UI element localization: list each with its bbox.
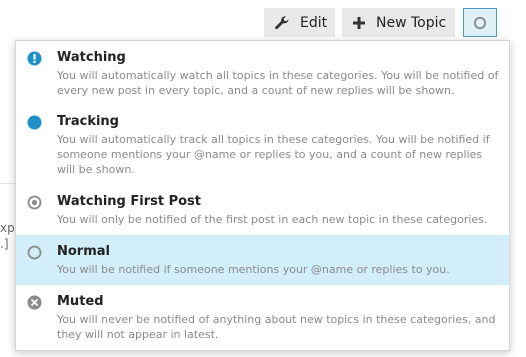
option-title: Tracking: [57, 114, 119, 129]
times-circle-icon: [27, 295, 42, 310]
notification-option-watching[interactable]: Watching You will automatically watch al…: [16, 41, 509, 105]
option-description: You will be notified if someone mentions…: [57, 263, 450, 276]
background-text-fragment: .]: [0, 237, 9, 251]
filled-circle-icon: [27, 115, 42, 130]
option-description: You will only be notified of the first p…: [57, 213, 488, 226]
notification-option-normal[interactable]: Normal You will be notified if someone m…: [16, 235, 509, 285]
notification-option-tracking[interactable]: Tracking You will automatically track al…: [16, 105, 509, 185]
new-topic-button[interactable]: New Topic: [342, 8, 455, 37]
edit-button[interactable]: Edit: [264, 8, 335, 37]
circle-outline-icon: [473, 16, 487, 30]
notification-option-watching-first-post[interactable]: Watching First Post You will only be not…: [16, 185, 509, 235]
dot-circle-icon: [27, 195, 42, 210]
option-title: Muted: [57, 294, 104, 309]
plus-icon: [352, 15, 366, 31]
notification-level-button[interactable]: [463, 8, 497, 37]
option-description: You will automatically track all topics …: [57, 133, 490, 176]
notification-level-menu: Watching You will automatically watch al…: [15, 40, 510, 351]
option-title: Watching First Post: [57, 194, 202, 209]
new-topic-button-label: New Topic: [376, 14, 447, 31]
option-title: Watching: [57, 50, 126, 65]
option-description: You will automatically watch all topics …: [57, 69, 499, 97]
option-description: You will never be notified of anything a…: [57, 313, 496, 341]
edit-button-label: Edit: [300, 14, 328, 31]
wrench-icon: [274, 15, 290, 31]
category-page: xpe .] Edit New Topic Watching You will …: [0, 0, 526, 357]
circle-outline-icon: [27, 245, 42, 260]
exclamation-circle-icon: [27, 51, 42, 66]
option-title: Normal: [57, 244, 110, 259]
category-toolbar: Edit New Topic: [0, 8, 526, 38]
notification-option-muted[interactable]: Muted You will never be notified of anyt…: [16, 285, 509, 351]
